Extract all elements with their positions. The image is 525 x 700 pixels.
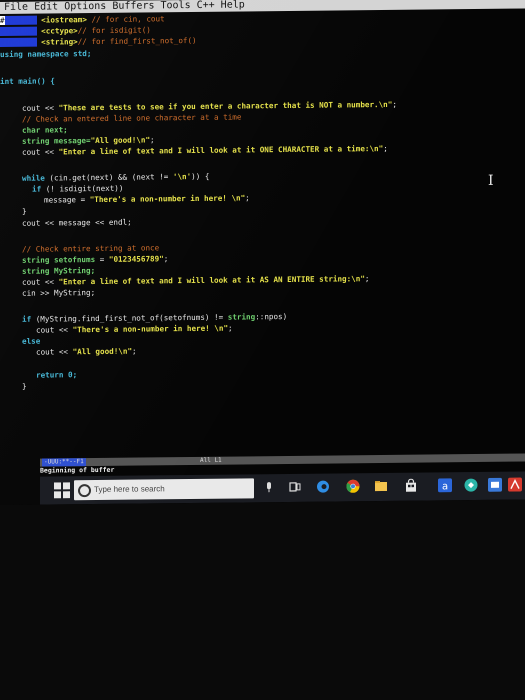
text-cursor: # xyxy=(0,15,5,25)
menu-file[interactable]: File xyxy=(4,2,28,13)
microphone-icon[interactable] xyxy=(262,480,276,494)
code-line-10: char next; xyxy=(22,125,68,135)
app-teal-icon[interactable] xyxy=(464,478,478,492)
code-line-26: else xyxy=(22,336,41,346)
windows-start-icon[interactable] xyxy=(54,482,70,499)
windows-taskbar: Type here to search a xyxy=(40,471,525,505)
taskbar-search-box[interactable]: Type here to search xyxy=(74,478,254,501)
code-line-16: message = "There's a non-number in here!… xyxy=(44,193,250,205)
app-a-icon[interactable]: a xyxy=(438,478,452,493)
code-line-22: cout << "Enter a line of text and I will… xyxy=(22,274,370,287)
code-line-4: using namespace std; xyxy=(0,49,92,59)
menu-edit[interactable]: Edit xyxy=(34,1,58,12)
mode-line-position: All L1 xyxy=(200,456,222,464)
code-line-27: cout << "All good!\n"; xyxy=(36,346,137,357)
code-line-17: } xyxy=(22,206,27,216)
code-line-6: int main() { xyxy=(0,76,55,86)
menu-buffers[interactable]: Buffers xyxy=(112,0,154,11)
ibeam-cursor-icon: I xyxy=(488,172,494,189)
menu-options[interactable]: Options xyxy=(64,1,106,12)
code-line-18: cout << message << endl; xyxy=(22,217,132,228)
code-editor[interactable]: #include <iostream> // for cin, cout #in… xyxy=(0,11,525,461)
menu-help[interactable]: Help xyxy=(221,0,245,11)
echo-area: Beginning of buffer xyxy=(40,465,115,475)
code-line-9: // Check an entered line one character a… xyxy=(22,112,242,124)
store-bag-icon[interactable] xyxy=(404,478,418,493)
task-view-icon[interactable] xyxy=(288,480,302,494)
chrome-browser-icon[interactable] xyxy=(346,479,360,493)
code-line-14: while (cin.get(next) && (next != '\n')) … xyxy=(22,171,210,183)
code-line-28: return 0; xyxy=(36,370,78,380)
code-line-15: if (! isdigit(next)) xyxy=(32,183,124,194)
svg-text:a: a xyxy=(442,481,448,492)
code-line-20: string setofnums = "0123456789"; xyxy=(22,254,169,265)
code-line-11: string message="All good!\n"; xyxy=(22,135,155,146)
code-line-29: } xyxy=(22,381,27,391)
edge-browser-icon[interactable] xyxy=(316,480,330,494)
menu-cpp[interactable]: C++ xyxy=(197,0,215,11)
monitor-screen: File Edit Options Buffers Tools C++ Help #incl… xyxy=(0,0,525,505)
code-line-24: if (MyString.find_first_not_of(setofnums… xyxy=(22,311,288,324)
pdf-reader-icon[interactable] xyxy=(508,477,522,492)
search-placeholder: Type here to search xyxy=(94,484,165,495)
code-line-25: cout << "There's a non-number in here! \… xyxy=(36,323,233,335)
cortana-circle-icon xyxy=(78,484,91,498)
code-line-23: cin >> MyString; xyxy=(22,288,96,298)
menu-tools[interactable]: Tools xyxy=(161,0,191,11)
code-line-3: #include <string>// for find_first_not_o… xyxy=(0,35,197,47)
app-blue-icon[interactable] xyxy=(488,477,502,492)
file-explorer-icon[interactable] xyxy=(374,479,388,493)
code-line-21: string MyString; xyxy=(22,266,96,276)
